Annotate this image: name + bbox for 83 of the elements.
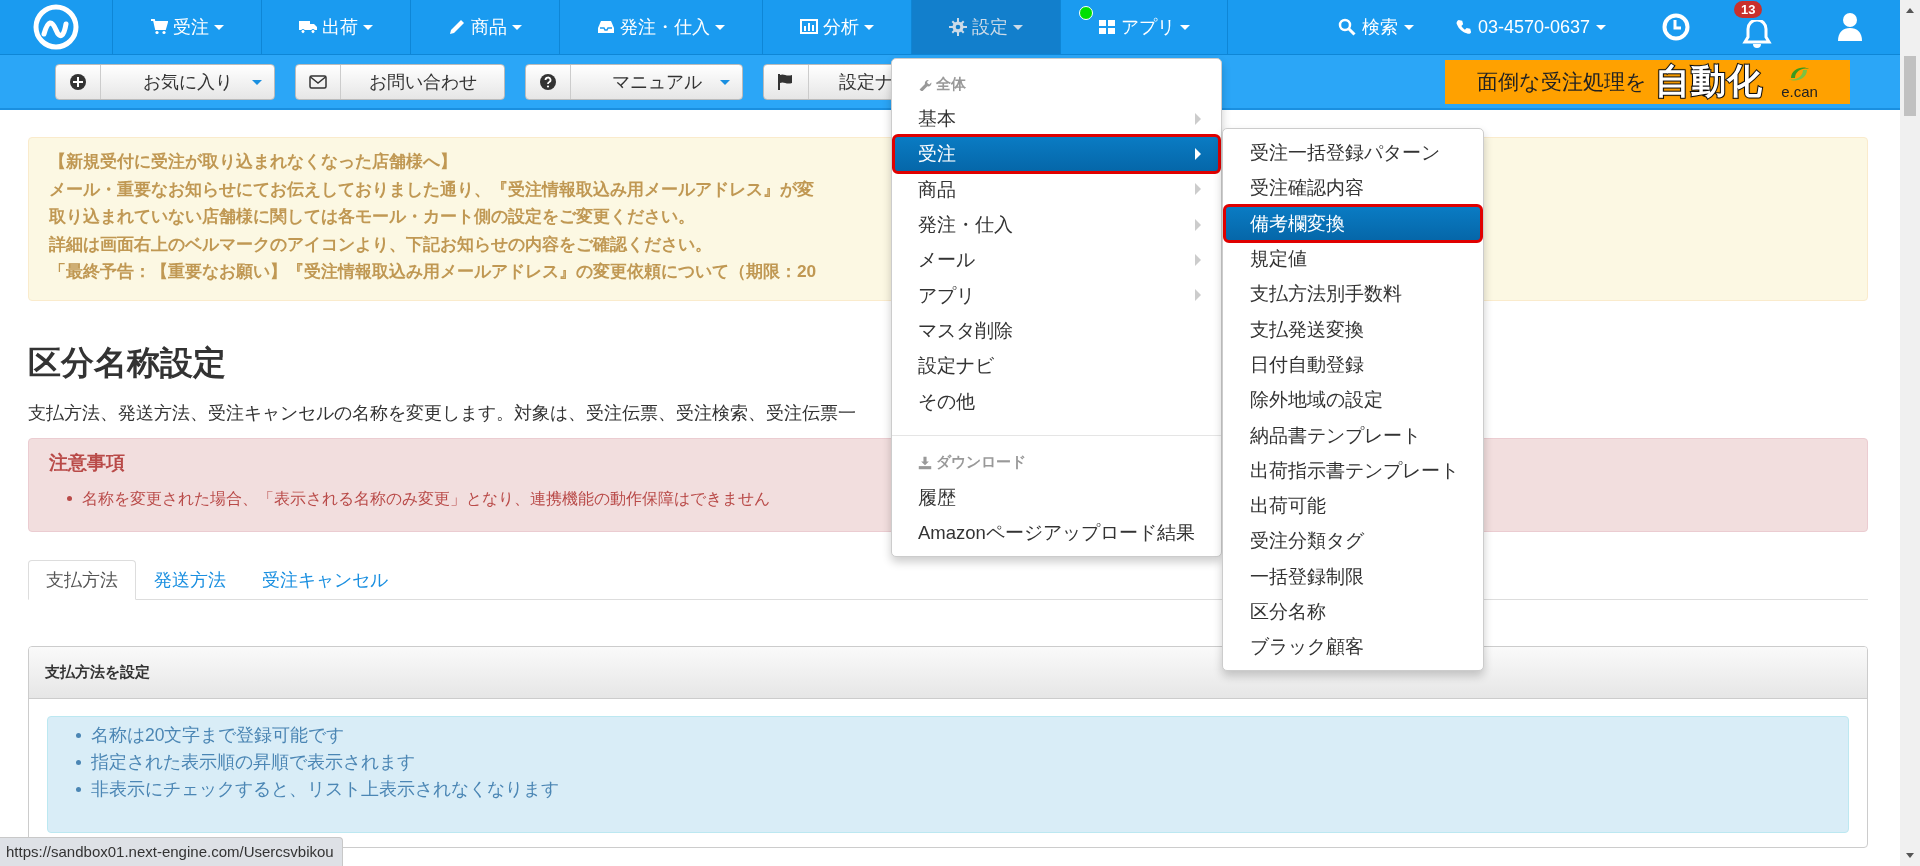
plus-circle-icon [69,72,87,91]
submenu-item[interactable]: ブラック顧客 [1225,629,1481,665]
menu-item[interactable]: 商品 [894,171,1219,207]
notification-badge: 13 [1734,1,1763,18]
notice-text: 取り込まれていない店舗様に関しては各モール・カート側の設定をご変更ください。 [49,205,695,228]
caret-icon [363,24,373,30]
caret-icon [1596,24,1606,30]
caret-icon [1180,24,1190,30]
bullet-icon [67,495,72,501]
search-icon [1337,18,1356,36]
menu-section-header: 全体 [936,74,966,94]
submenu-item[interactable]: 一括登録制限 [1225,558,1481,594]
menu-section-header: ダウンロード [936,453,1026,473]
menu-item[interactable]: 受注 [894,136,1219,172]
bell-icon[interactable] [1742,20,1772,48]
grid-icon [1098,18,1116,36]
warning-text: 名称を変更された場合、「表示される名称のみ変更」となり、連携機能の動作保障はできません [82,488,770,509]
toolbar-button[interactable]: お気に入り [55,63,275,100]
bullet-icon [76,787,81,793]
tab[interactable]: 発送方法 [136,560,244,601]
bullet-icon [76,733,81,739]
page-title: 区分名称設定 [28,342,226,383]
submenu-item[interactable]: 備考欄変換 [1225,205,1481,241]
download-icon [918,455,932,470]
menu-item[interactable]: マスタ削除 [894,312,1219,349]
submenu-item[interactable]: 除外地域の設定 [1225,382,1481,418]
scroll-up-icon[interactable] [1905,6,1915,14]
tab[interactable]: 受注キャンセル [244,560,406,601]
page-description: 支払方法、発送方法、受注キャンセルの名称を変更します。対象は、受注伝票、受注検索、受注伝票一 [28,401,856,425]
submenu-item[interactable]: 出荷可能 [1225,487,1481,524]
menu-item[interactable]: その他 [894,383,1219,419]
info-text: 非表示にチェックすると、リスト上表示されなくなります [91,778,559,802]
flag-icon [777,72,795,91]
status-url: https://sandbox01.next-engine.com/Usercsvbikou [6,843,334,860]
scrollbar-thumb[interactable] [1904,56,1916,116]
info-text: 指定された表示順の昇順で表示されます [91,751,415,775]
submenu-item[interactable]: 受注一括登録パターン [1225,135,1481,171]
caret-icon [715,24,725,30]
menu-item[interactable]: Amazonページアップロード結果 [894,514,1219,551]
truck-icon [299,18,317,36]
submenu-item[interactable]: 規定値 [1225,240,1481,277]
caret-icon [1013,24,1023,30]
menu-item[interactable]: アプリ [894,277,1219,313]
toolbar-button[interactable]: お問い合わせ [295,63,505,100]
scroll-down-icon[interactable] [1905,852,1915,860]
pencil-icon [448,18,466,36]
bar-chart-icon [800,18,818,36]
notice-text: 【新規受付に受注が取り込まれなくなった店舗様へ】 [49,150,457,173]
submenu-item[interactable]: 支払発送変換 [1225,311,1481,347]
logo-icon[interactable] [33,4,79,50]
submenu-item[interactable]: 受注確認内容 [1225,170,1481,206]
phone-icon [1455,19,1472,35]
settings-icon [949,18,967,36]
submenu-item[interactable]: 区分名称 [1225,593,1481,630]
menu-item[interactable]: 設定ナビ [894,348,1219,384]
ad-banner[interactable]: 面倒な受注処理を 自動化 e.can [1445,59,1850,104]
bullet-icon [76,760,81,766]
cart-icon [150,18,168,36]
menu-item[interactable]: 履歴 [894,479,1219,515]
submenu-item[interactable]: 受注分類タグ [1225,523,1481,559]
submenu-item[interactable]: 日付自動登録 [1225,346,1481,383]
menu-item[interactable]: 発注・仕入 [894,206,1219,243]
envelope-icon [309,72,327,91]
caret-icon [214,24,224,30]
caret-icon [1403,24,1414,30]
notice-text: メール・重要なお知らせにてお伝えしておりました通り、『受注情報取込み用メールアドレス』が変 [49,177,814,201]
user-icon[interactable] [1836,12,1864,42]
help-icon [539,72,557,91]
info-text: 名称は20文字まで登録可能です [91,724,345,748]
toolbar-button[interactable]: マニュアル [525,63,743,100]
submenu-item[interactable]: 支払方法別手数料 [1225,276,1481,312]
notice-text: 詳細は画面右上のベルマークのアイコンより、下記お知らせの内容をご確認ください。 [49,232,712,256]
submenu-item[interactable]: 納品書テンプレート [1225,417,1481,453]
inbox-icon [597,18,615,36]
notice-text: 「最終予告：【重要なお願い】『受注情報取込み用メールアドレス』の変更依頼について（期限：20 [49,260,817,283]
clock-icon[interactable] [1662,13,1690,41]
menu-item[interactable]: メール [894,242,1219,278]
tab[interactable]: 支払方法 [28,560,136,601]
wrench-icon [918,77,932,91]
submenu-item[interactable]: 出荷指示書テンプレート [1225,452,1481,488]
caret-icon [512,24,522,30]
warning-title: 注意事項 [49,450,125,475]
caret-icon [864,24,874,30]
